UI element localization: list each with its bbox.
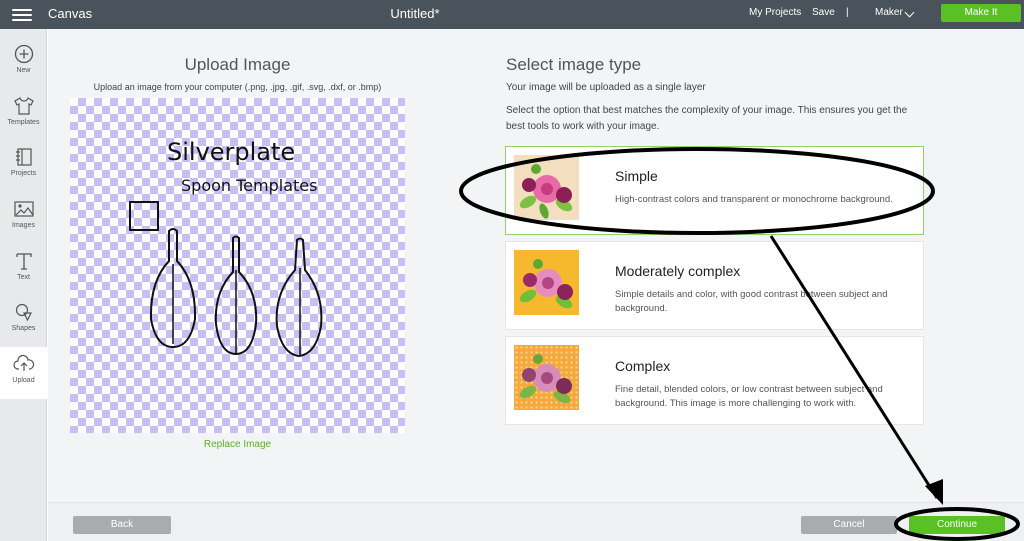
option-moderately-complex[interactable]: Moderately complex Simple details and co…	[505, 241, 924, 330]
text-t-icon	[15, 253, 32, 270]
cancel-button[interactable]: Cancel	[801, 516, 897, 534]
option-name: Moderately complex	[615, 263, 741, 279]
complex-thumbnail	[514, 345, 579, 410]
select-type-description: Select the option that best matches the …	[506, 105, 908, 132]
sidebar-item-text[interactable]: Text	[0, 244, 47, 296]
simple-thumbnail	[514, 155, 579, 220]
top-bar: Canvas Untitled* My Projects Save | Make…	[0, 0, 1024, 29]
sidebar-item-label: Text	[17, 274, 30, 281]
chevron-down-icon[interactable]	[904, 7, 915, 18]
app-root: Canvas Untitled* My Projects Save | Make…	[0, 0, 1024, 541]
sidebar-item-projects[interactable]: Projects	[0, 140, 47, 192]
plus-circle-icon	[14, 44, 33, 64]
continue-button[interactable]: Continue	[909, 516, 1005, 534]
sidebar-item-images[interactable]: Images	[0, 192, 47, 244]
select-type-subtitle: Your image will be uploaded as a single …	[506, 82, 706, 93]
option-name: Simple	[615, 168, 658, 184]
my-projects-link[interactable]: My Projects	[749, 7, 801, 18]
notebook-icon	[15, 148, 32, 166]
make-it-button[interactable]: Make It	[941, 4, 1021, 22]
artwork-title-text: Silverplate	[167, 138, 295, 166]
moderately-complex-thumbnail	[514, 250, 579, 315]
option-description: Fine detail, blended colors, or low cont…	[615, 384, 883, 409]
back-button[interactable]: Back	[73, 516, 171, 534]
sidebar-item-label: Templates	[7, 119, 40, 126]
spoon-template-1	[149, 228, 197, 349]
artwork-square	[129, 201, 159, 231]
nav-separator: |	[846, 7, 849, 18]
sidebar-item-label: Shapes	[11, 325, 36, 332]
shapes-icon	[15, 303, 32, 322]
upload-panel-subtitle: Upload an image from your computer (.png…	[93, 82, 382, 92]
image-preview: Silverplate Spoon Templates	[70, 98, 405, 433]
tshirt-icon	[13, 97, 34, 115]
save-link[interactable]: Save	[812, 7, 835, 18]
upload-panel-title: Upload Image	[184, 55, 291, 74]
option-complex[interactable]: Complex Fine detail, blended colors, or …	[505, 336, 924, 425]
sidebar-item-label: New	[16, 67, 31, 74]
replace-image-link[interactable]: Replace Image	[70, 439, 405, 450]
left-sidebar: New Templates Projects Images Text Shape…	[0, 29, 47, 541]
document-title[interactable]: Untitled*	[0, 6, 830, 21]
sidebar-item-upload[interactable]: Upload	[0, 347, 47, 399]
uploaded-image-artwork: Silverplate Spoon Templates	[129, 138, 323, 358]
option-description: Simple details and color, with good cont…	[615, 289, 888, 314]
image-icon	[13, 201, 34, 217]
select-type-title: Select image type	[506, 55, 642, 74]
option-description: High-contrast colors and transparent or …	[615, 194, 893, 205]
sidebar-item-label: Images	[12, 222, 35, 229]
sidebar-item-shapes[interactable]: Shapes	[0, 295, 47, 347]
spoon-template-3	[275, 237, 323, 358]
sidebar-item-templates[interactable]: Templates	[0, 89, 47, 141]
sidebar-item-label: Upload	[12, 377, 35, 384]
option-simple[interactable]: Simple High-contrast colors and transpar…	[505, 146, 924, 235]
spoon-template-2	[214, 235, 258, 356]
sidebar-item-label: Projects	[10, 170, 37, 177]
upload-cloud-icon	[12, 354, 34, 371]
sidebar-item-new[interactable]: New	[0, 37, 47, 89]
option-name: Complex	[615, 358, 671, 374]
artwork-subtitle-text: Spoon Templates	[181, 176, 317, 195]
machine-select[interactable]: Maker	[875, 7, 903, 18]
